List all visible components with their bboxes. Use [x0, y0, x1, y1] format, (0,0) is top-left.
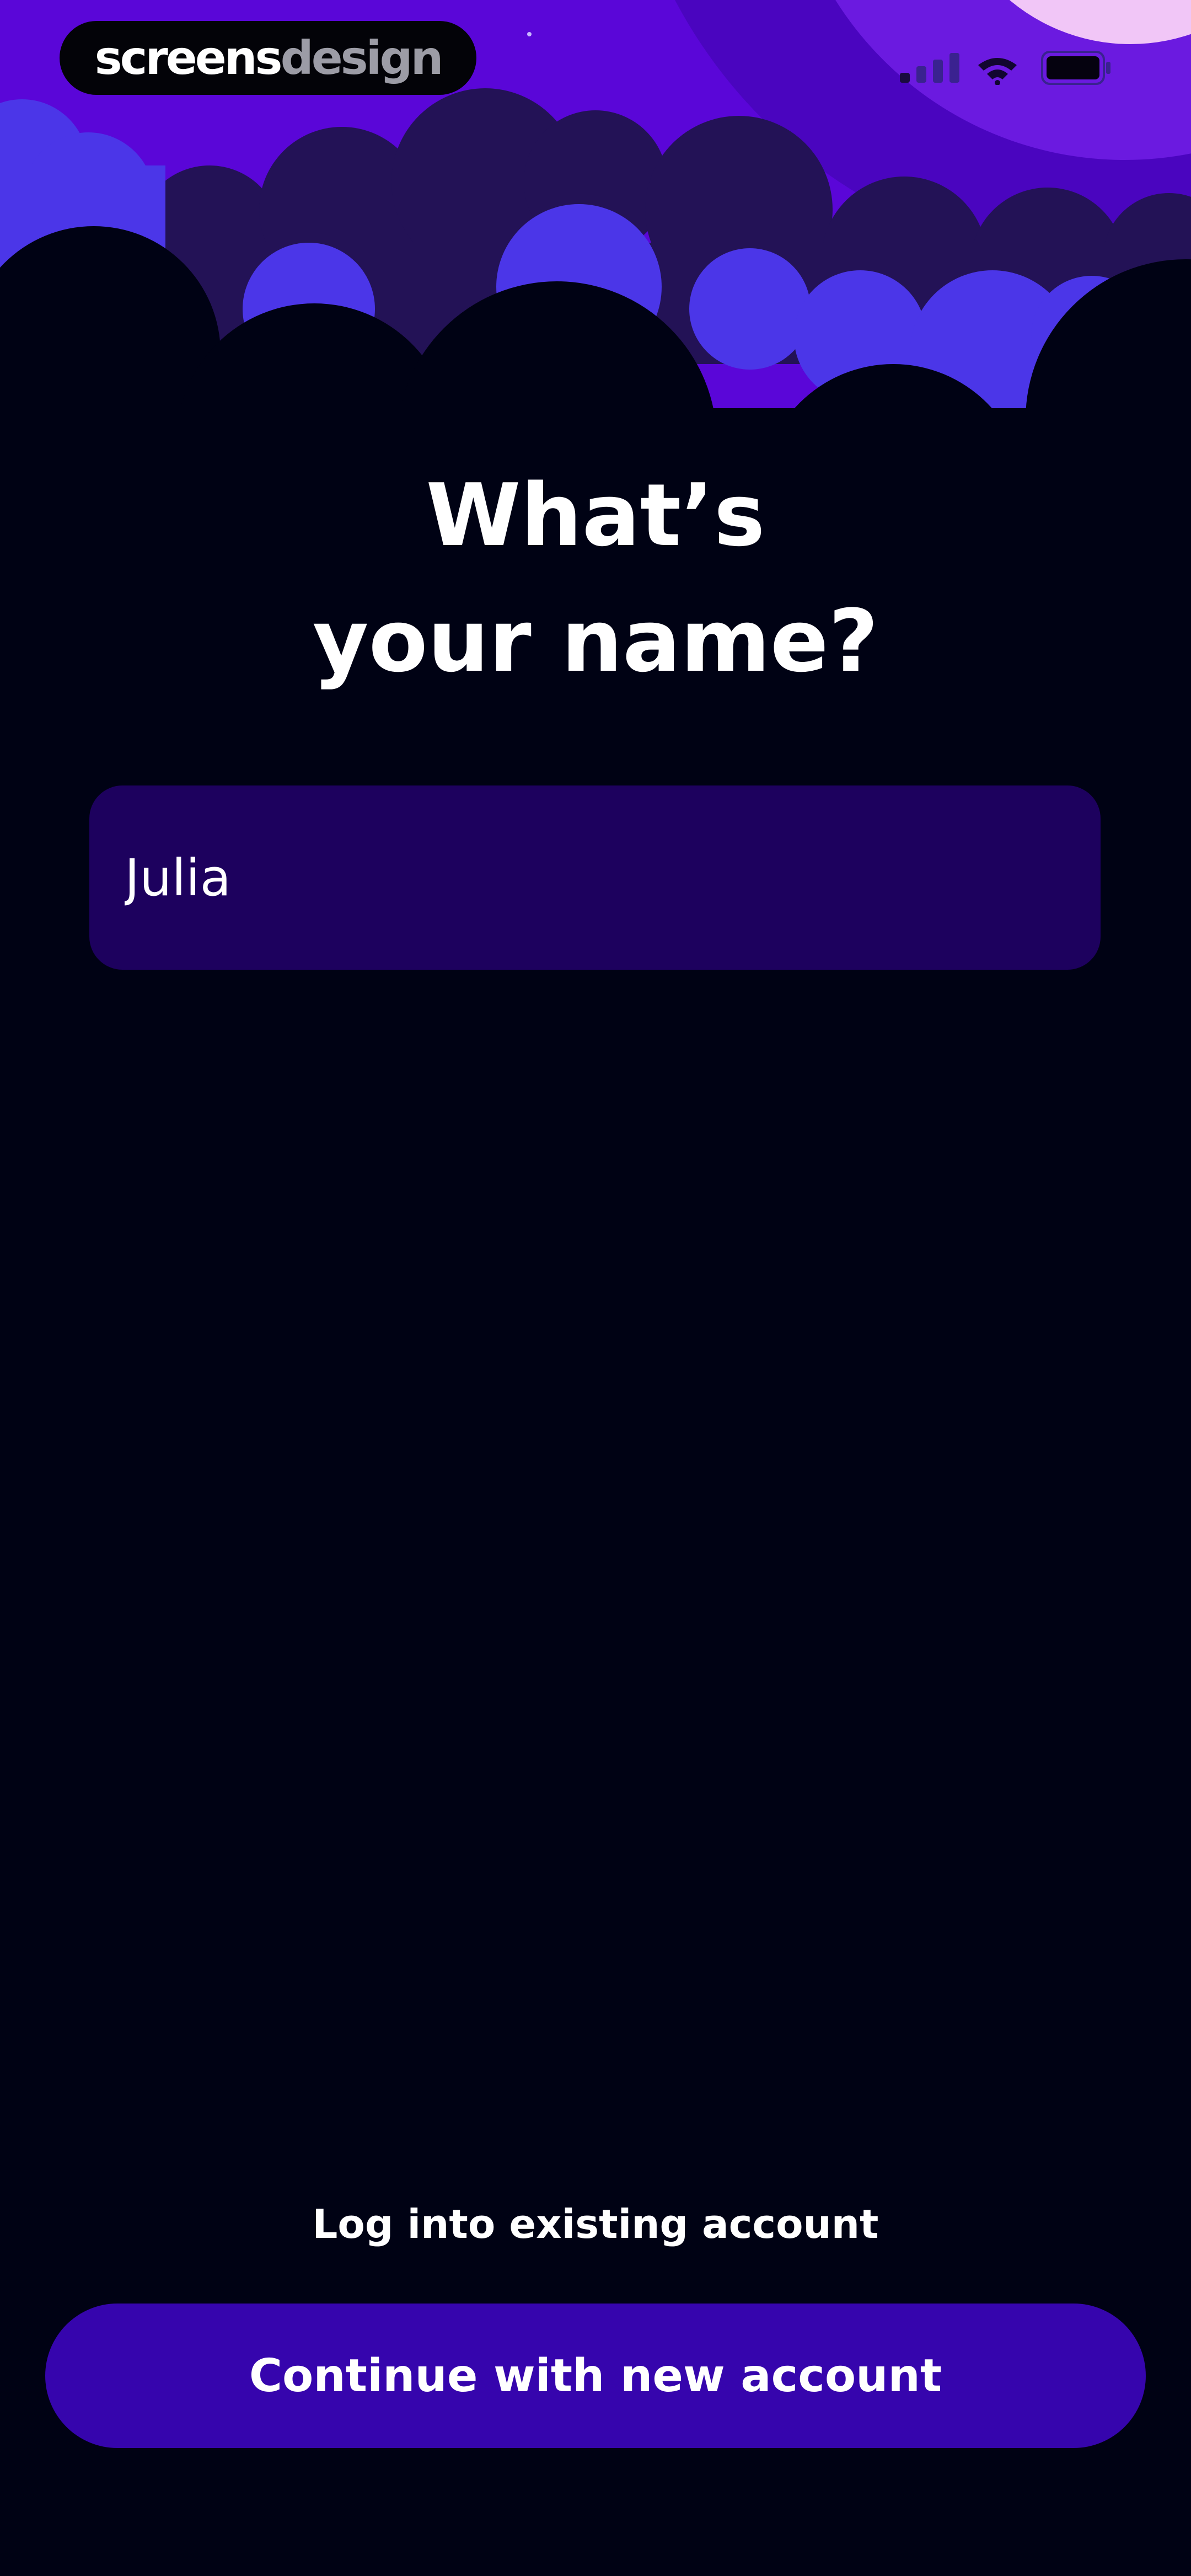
name-field[interactable] — [89, 785, 1101, 970]
continue-new-account-button[interactable]: Continue with new account — [45, 2304, 1146, 2448]
wifi-icon — [978, 58, 1017, 85]
brand-watermark: screens design — [60, 21, 476, 95]
cellular-signal-icon — [900, 53, 959, 83]
title-line-1: What’s — [426, 465, 765, 565]
name-input[interactable] — [125, 848, 1101, 907]
brand-part-1: screens — [94, 31, 283, 85]
title-line-2: your name? — [312, 591, 879, 691]
page-title: What’s your name? — [0, 452, 1191, 704]
brand-part-2: design — [280, 31, 444, 85]
login-existing-account-link[interactable]: Log into existing account — [0, 2201, 1191, 2247]
battery-icon — [1041, 51, 1110, 85]
